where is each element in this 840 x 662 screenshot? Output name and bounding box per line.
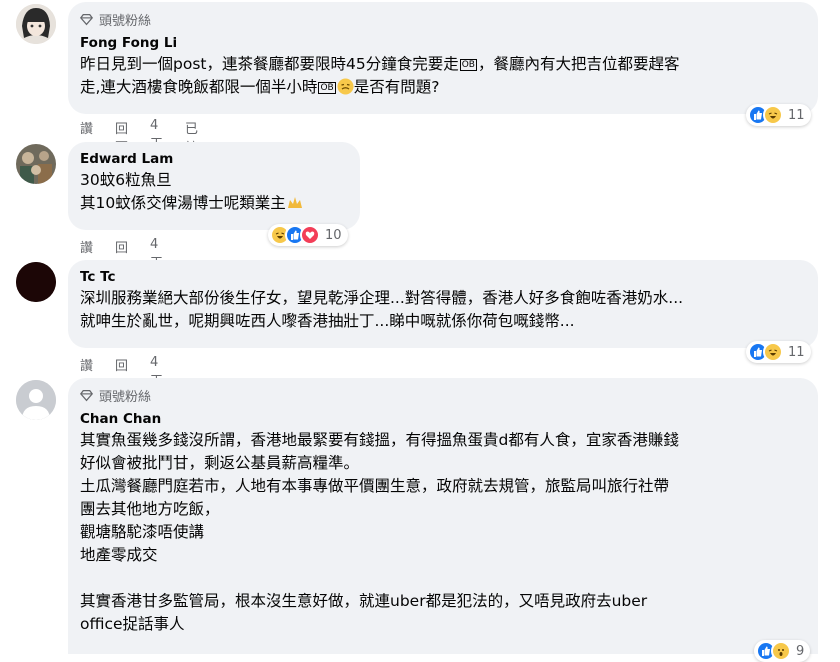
reaction-summary[interactable]: 11 (746, 341, 811, 363)
reaction-count: 9 (796, 643, 805, 659)
avatar[interactable] (16, 144, 56, 184)
comment-text-line: 就呻生於亂世，呢期興咗西人嚟香港抽壯丁...睇中嘅就係你荷包嘅錢幣... (80, 312, 575, 330)
comment-author[interactable]: Fong Fong Li (80, 34, 806, 53)
comment-author[interactable]: Tc Tc (80, 268, 806, 287)
comment-bubble: 頭號粉絲 Fong Fong Li 昨日見到一個post，連茶餐廳都要限時45分… (68, 2, 818, 114)
top-fan-label: 頭號粉絲 (99, 389, 152, 405)
ob-glyph: OB (459, 58, 477, 71)
haha-reaction-icon (763, 342, 783, 362)
avatar-image-icon (16, 4, 56, 44)
comment-text-line: ，餐廳內有大把吉位都要趕客 (477, 55, 680, 73)
comment-author[interactable]: Chan Chan (80, 410, 806, 429)
ob-glyph: OB (318, 81, 336, 94)
avatar-image-icon (16, 262, 56, 302)
comment-text: 其實魚蛋幾多錢沒所謂，香港地最緊要有錢搵，有得搵魚蛋貴d都有人食，宜家香港賺錢好… (80, 429, 806, 636)
avatar[interactable] (16, 4, 56, 44)
comment-text-line: 30蚊6粒魚旦 (80, 171, 172, 189)
comment-text-line: 其實魚蛋幾多錢沒所謂，香港地最緊要有錢搵，有得搵魚蛋貴d都有人食，宜家香港賺錢 (80, 431, 679, 449)
reaction-summary[interactable]: 9 (754, 640, 811, 662)
comment-text-line: 是否有問題? (353, 78, 440, 96)
comment-text-line: 深圳服務業絕大部份後生仔女，望見乾淨企理...對答得體，香港人好多食飽咗香港奶水… (80, 289, 684, 307)
diamond-icon (80, 13, 93, 25)
top-fan-label: 頭號粉絲 (99, 13, 152, 29)
reaction-summary[interactable]: 10 (268, 224, 348, 246)
comment-text-line: 觀塘駱駝漆唔使講 (80, 523, 205, 541)
reaction-summary[interactable]: 11 (746, 104, 811, 126)
comment-text-line: 團去其他地方吃飯， (80, 500, 220, 518)
reaction-count: 10 (325, 227, 342, 243)
comment-text-line: 好似會被批鬥甘，剩返公基員薪高糧準。 (80, 454, 360, 472)
comment-text-line: 走,連大酒樓食晚飯都限一個半小時 (80, 78, 318, 96)
clapping-emoji-icon (286, 194, 304, 210)
wow-reaction-icon (771, 641, 791, 661)
avatar[interactable] (16, 380, 56, 420)
default-profile-icon (16, 380, 56, 420)
comment-text-line: 其10蚊係交俾湯博士呢類業主 (80, 194, 286, 212)
avatar[interactable] (16, 262, 56, 302)
comment-text-line: office捉話事人 (80, 615, 185, 633)
comment-bubble: Edward Lam 30蚊6粒魚旦其10蚊係交俾湯博士呢類業主 (68, 142, 360, 230)
comment-text-line: 昨日見到一個post，連茶餐廳都要限時45分鐘食完要走 (80, 55, 459, 73)
top-fan-badge: 頭號粉絲 (80, 10, 806, 29)
comment-bubble: 頭號粉絲 Chan Chan 其實魚蛋幾多錢沒所謂，香港地最緊要有錢搵，有得搵魚… (68, 378, 818, 654)
disappointed-emoji-icon (337, 78, 354, 95)
top-fan-badge: 頭號粉絲 (80, 386, 806, 405)
comment-text-line: 土瓜灣餐廳門庭若市，人地有本事專做平價團生意，政府就去規管，旅監局叫旅行社帶 (80, 477, 670, 495)
comment-bubble: Tc Tc 深圳服務業絕大部份後生仔女，望見乾淨企理...對答得體，香港人好多食… (68, 260, 818, 348)
comment-author[interactable]: Edward Lam (80, 150, 348, 169)
reaction-count: 11 (788, 107, 805, 123)
haha-reaction-icon (763, 105, 783, 125)
reaction-count: 11 (788, 344, 805, 360)
love-reaction-icon (300, 225, 320, 245)
comment-text-line: 地產零成交 (80, 546, 158, 564)
avatar-image-icon (16, 144, 56, 184)
diamond-icon (80, 389, 93, 401)
comment-text: 昨日見到一個post，連茶餐廳都要限時45分鐘食完要走 OB ，餐廳內有大把吉位都要… (80, 53, 806, 99)
comment-text-line: 其實香港甘多監管局，根本沒生意好做，就連uber都是犯法的，又唔見政府去uber (80, 592, 648, 610)
comment-text: 30蚊6粒魚旦其10蚊係交俾湯博士呢類業主 (80, 169, 348, 215)
comment-text: 深圳服務業絕大部份後生仔女，望見乾淨企理...對答得體，香港人好多食飽咗香港奶水… (80, 287, 806, 333)
